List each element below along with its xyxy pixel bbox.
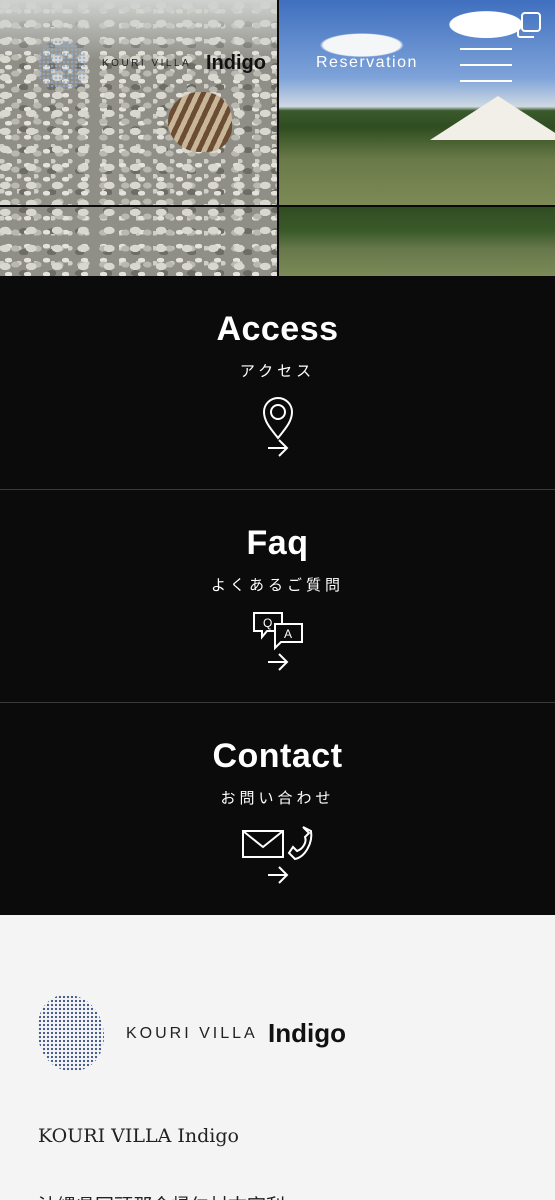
footer-brand-bold: Indigo bbox=[268, 1018, 346, 1048]
footer-company-name: KOURI VILLA Indigo bbox=[38, 1125, 239, 1147]
header-logo[interactable]: KOURI VILLA Indigo bbox=[38, 40, 278, 90]
logo-dot-mark bbox=[38, 40, 88, 90]
section-title: Contact bbox=[212, 737, 343, 775]
map-pin-icon bbox=[0, 396, 555, 440]
hero-image-grid: KOURI VILLA Indigo Reservation bbox=[0, 0, 555, 276]
qa-bubbles-icon: Q A bbox=[0, 610, 555, 654]
contact-section[interactable]: Contact お問い合わせ bbox=[0, 702, 555, 915]
arrow-right-icon bbox=[0, 865, 555, 887]
hamburger-menu-icon[interactable] bbox=[460, 48, 512, 82]
section-subtitle: お問い合わせ bbox=[220, 789, 335, 807]
header-brand-bold: Indigo bbox=[206, 52, 266, 74]
header-brand-small: KOURI VILLA bbox=[102, 58, 192, 69]
hero-photo-gravel bbox=[0, 0, 277, 205]
hermit-crab-shell bbox=[168, 92, 232, 152]
hero-photo-tent-bottom bbox=[279, 207, 555, 276]
footer-address: 沖縄県国頭郡今帰仁村古宇利 bbox=[38, 1191, 285, 1200]
reservation-link[interactable]: Reservation bbox=[316, 54, 418, 72]
svg-text:Q: Q bbox=[263, 616, 272, 630]
access-section[interactable]: Access アクセス bbox=[0, 276, 555, 488]
mail-phone-icon bbox=[0, 823, 555, 867]
footer-brand-small: KOURI VILLA bbox=[126, 1025, 258, 1042]
section-subtitle: よくあるご質問 bbox=[210, 576, 344, 594]
hero-photo-gravel-bottom bbox=[0, 207, 277, 276]
section-title: Faq bbox=[246, 524, 309, 562]
arrow-right-icon bbox=[0, 652, 555, 674]
faq-section[interactable]: Faq よくあるご質問 Q A bbox=[0, 489, 555, 702]
svg-text:A: A bbox=[284, 627, 292, 641]
copy-icon[interactable] bbox=[514, 10, 544, 40]
footer: KOURI VILLA Indigo KOURI VILLA Indigo 沖縄… bbox=[0, 915, 555, 1200]
tent-shape bbox=[430, 96, 555, 140]
arrow-right-icon bbox=[0, 438, 555, 460]
section-title: Access bbox=[216, 310, 339, 348]
section-subtitle: アクセス bbox=[239, 362, 316, 380]
footer-logo-dot-mark bbox=[38, 995, 104, 1071]
